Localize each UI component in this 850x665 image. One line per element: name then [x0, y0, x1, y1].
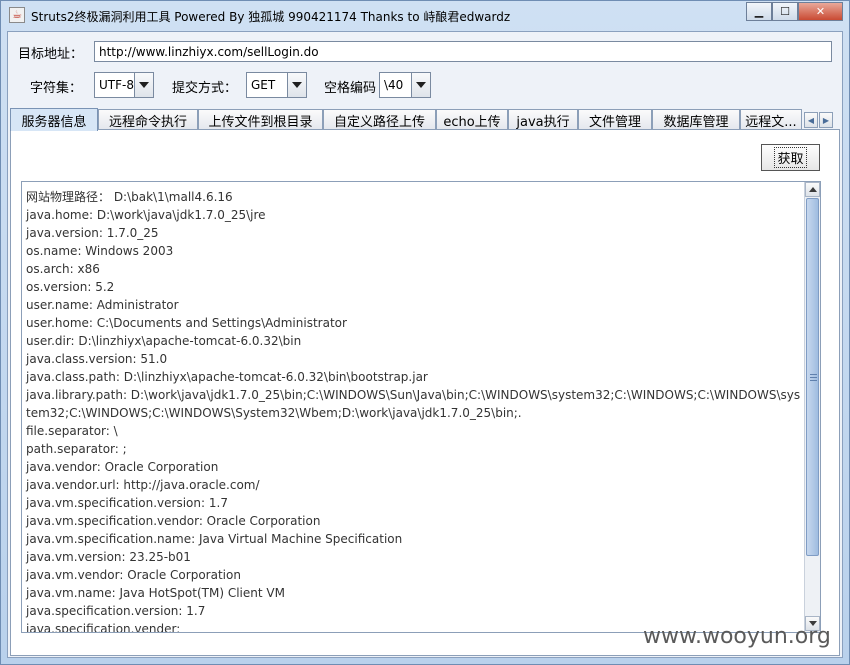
watermark: www.wooyun.org — [643, 624, 831, 649]
tab-scroll-right-button[interactable]: ▶ — [819, 112, 833, 128]
method-dropdown-arrow[interactable] — [287, 73, 306, 97]
chevron-down-icon — [292, 82, 302, 88]
tab-file-manager[interactable]: 文件管理 — [578, 109, 652, 130]
title-bar[interactable]: ☕ Struts2终极漏洞利用工具 Powered By 独孤城 9904211… — [1, 1, 849, 31]
method-value: GET — [251, 78, 276, 92]
charset-dropdown-arrow[interactable] — [134, 73, 153, 97]
tab-echo-upload[interactable]: echo上传 — [436, 109, 508, 130]
method-label: 提交方式： — [172, 81, 238, 96]
tab-remote-command[interactable]: 远程命令执行 — [98, 109, 198, 130]
space-encoding-select[interactable]: \40 — [379, 72, 431, 98]
grip-icon — [810, 374, 817, 381]
target-url-label: 目标地址： — [18, 47, 84, 62]
minimize-button[interactable]: ▁ — [746, 2, 772, 21]
charset-value: UTF-8 — [99, 78, 134, 92]
scroll-up-button[interactable] — [805, 182, 820, 197]
window-controls: ▁ ☐ ✕ — [746, 2, 843, 21]
tab-scroll-left-button[interactable]: ◀ — [804, 112, 818, 128]
tab-upload-root[interactable]: 上传文件到根目录 — [198, 109, 323, 130]
target-url-input[interactable] — [94, 41, 832, 62]
server-info-text: 网站物理路径： D:\bak\1\mall4.6.16 java.home: D… — [26, 190, 801, 633]
charset-label: 字符集： — [30, 81, 83, 96]
chevron-down-icon — [139, 82, 149, 88]
window-title: Struts2终极漏洞利用工具 Powered By 独孤城 990421174… — [31, 10, 511, 24]
server-info-output[interactable]: 网站物理路径： D:\bak\1\mall4.6.16 java.home: D… — [21, 181, 821, 633]
tab-database-manager[interactable]: 数据库管理 — [652, 109, 740, 130]
tab-server-info[interactable]: 服务器信息 — [10, 108, 98, 131]
app-window: ☕ Struts2终极漏洞利用工具 Powered By 独孤城 9904211… — [0, 0, 850, 665]
arrow-up-icon — [808, 187, 817, 192]
scrollbar-thumb[interactable] — [806, 198, 819, 556]
close-button[interactable]: ✕ — [798, 2, 843, 21]
tab-custom-upload[interactable]: 自定义路径上传 — [323, 109, 436, 130]
space-encoding-value: \40 — [384, 78, 404, 92]
vertical-scrollbar[interactable] — [804, 182, 820, 632]
chevron-down-icon — [416, 82, 426, 88]
java-cup-icon: ☕ — [9, 7, 25, 23]
space-encoding-dropdown-arrow[interactable] — [411, 73, 430, 97]
charset-select[interactable]: UTF-8 — [94, 72, 154, 98]
tab-bar: 服务器信息 远程命令执行 上传文件到根目录 自定义路径上传 echo上传 jav… — [10, 108, 840, 131]
space-encoding-label: 空格编码 — [324, 81, 377, 96]
tab-remote-file[interactable]: 远程文... — [740, 109, 802, 130]
method-select[interactable]: GET — [246, 72, 307, 98]
server-info-panel: 获取 网站物理路径： D:\bak\1\mall4.6.16 java.home… — [10, 129, 840, 656]
fetch-button[interactable]: 获取 — [761, 144, 820, 171]
maximize-button[interactable]: ☐ — [772, 2, 798, 21]
fetch-button-label: 获取 — [774, 147, 807, 168]
client-area: 目标地址： 字符集： UTF-8 提交方式： GET 空格编码 \40 服务器信… — [7, 31, 843, 658]
tab-java-exec[interactable]: java执行 — [508, 109, 578, 130]
